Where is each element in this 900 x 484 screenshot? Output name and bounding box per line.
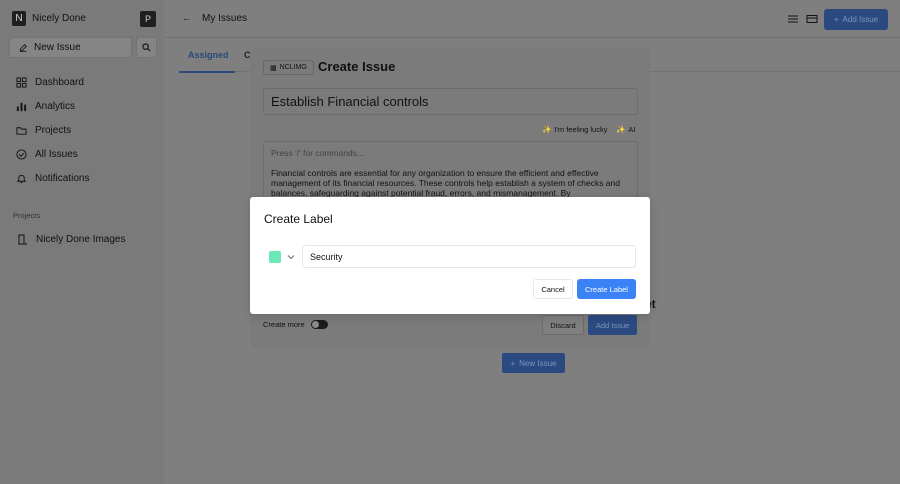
new-issue-label: New Issue — [34, 42, 81, 53]
add-issue-label: Add Issue — [842, 15, 879, 24]
empty-state-new-issue-button[interactable]: + New Issue — [502, 353, 565, 373]
create-more-toggle[interactable]: Create more — [263, 320, 328, 329]
add-issue-button[interactable]: + Add Issue — [824, 9, 888, 30]
new-issue-label: New Issue — [519, 358, 557, 368]
card-view-icon[interactable] — [806, 13, 818, 25]
project-icon — [18, 234, 27, 245]
workspace-logo: N — [12, 11, 26, 26]
description-placeholder: Press '/' for commands... — [271, 148, 364, 158]
sidebar: N Nicely Done P New Issue Dashboard Anal… — [0, 0, 164, 484]
project-icon: ▩ — [270, 64, 277, 72]
modal-title: Create Issue — [318, 59, 396, 74]
sidebar-item-projects[interactable]: Projects — [16, 118, 89, 142]
sidebar-item-all-issues[interactable]: All Issues — [16, 142, 89, 166]
folder-icon — [16, 126, 27, 135]
user-avatar[interactable]: P — [140, 11, 156, 27]
create-more-label: Create more — [263, 320, 305, 329]
back-arrow-icon[interactable]: ← — [182, 13, 192, 24]
create-label-button[interactable]: Create Label — [577, 279, 636, 299]
cancel-button[interactable]: Cancel — [533, 279, 573, 299]
submit-issue-button[interactable]: Add Issue — [588, 315, 637, 335]
create-label-dialog: Create Label Cancel Create Label — [250, 197, 650, 314]
discard-button[interactable]: Discard — [542, 315, 584, 335]
sidebar-item-label: Notifications — [35, 172, 90, 184]
projects-section-title: Projects — [13, 211, 41, 220]
sidebar-item-label: Nicely Done Images — [36, 234, 126, 245]
list-view-icon[interactable] — [787, 13, 799, 25]
project-selector[interactable]: ▩ NCLIMG — [263, 60, 314, 75]
project-chip-label: NCLIMG — [279, 64, 307, 71]
plus-icon: + — [833, 15, 839, 24]
ai-label: AI — [628, 125, 636, 134]
sidebar-item-label: Analytics — [35, 100, 76, 112]
issue-description-editor[interactable]: Press '/' for commands... Financial cont… — [263, 141, 638, 199]
plus-icon: + — [510, 358, 516, 368]
chevron-down-icon[interactable] — [286, 252, 296, 262]
sidebar-item-dashboard[interactable]: Dashboard — [16, 70, 89, 94]
workspace-switcher[interactable]: N Nicely Done — [12, 11, 86, 26]
workspace-name: Nicely Done — [32, 13, 86, 24]
label-name-input[interactable] — [302, 245, 636, 268]
sidebar-nav: Dashboard Analytics Projects All Issues … — [16, 70, 89, 190]
new-issue-button[interactable]: New Issue — [9, 37, 132, 58]
breadcrumb: My Issues — [202, 13, 248, 24]
ai-button[interactable]: ✨ AI — [616, 125, 635, 134]
feeling-lucky-label: I'm feeling lucky — [554, 125, 608, 134]
sidebar-item-label: Projects — [35, 124, 72, 136]
sidebar-item-project[interactable]: Nicely Done Images — [18, 234, 125, 245]
sidebar-item-label: Dashboard — [35, 76, 84, 88]
toggle-switch[interactable] — [310, 320, 328, 329]
sparkle-icon: ✨ — [542, 125, 552, 134]
tab-assigned[interactable]: Assigned — [179, 50, 235, 73]
description-text: Financial controls are essential for any… — [271, 168, 620, 198]
sidebar-item-analytics[interactable]: Analytics — [16, 94, 89, 118]
search-icon — [142, 43, 151, 52]
color-swatch[interactable] — [269, 251, 281, 263]
dialog-title: Create Label — [264, 212, 333, 226]
issue-title-input[interactable]: Establish Financial controls — [263, 88, 638, 115]
sparkle-icon: ✨ — [616, 125, 626, 134]
grid-icon — [16, 76, 27, 88]
bar-chart-icon — [16, 102, 27, 111]
sidebar-item-label: All Issues — [35, 148, 78, 160]
feeling-lucky-button[interactable]: ✨ I'm feeling lucky — [542, 125, 607, 134]
top-bar: ← My Issues + Add Issue — [164, 0, 900, 38]
edit-icon — [19, 43, 27, 52]
bell-icon — [16, 174, 27, 183]
sidebar-item-notifications[interactable]: Notifications — [16, 166, 89, 190]
search-button[interactable] — [136, 37, 157, 58]
check-circle-icon — [16, 148, 27, 160]
